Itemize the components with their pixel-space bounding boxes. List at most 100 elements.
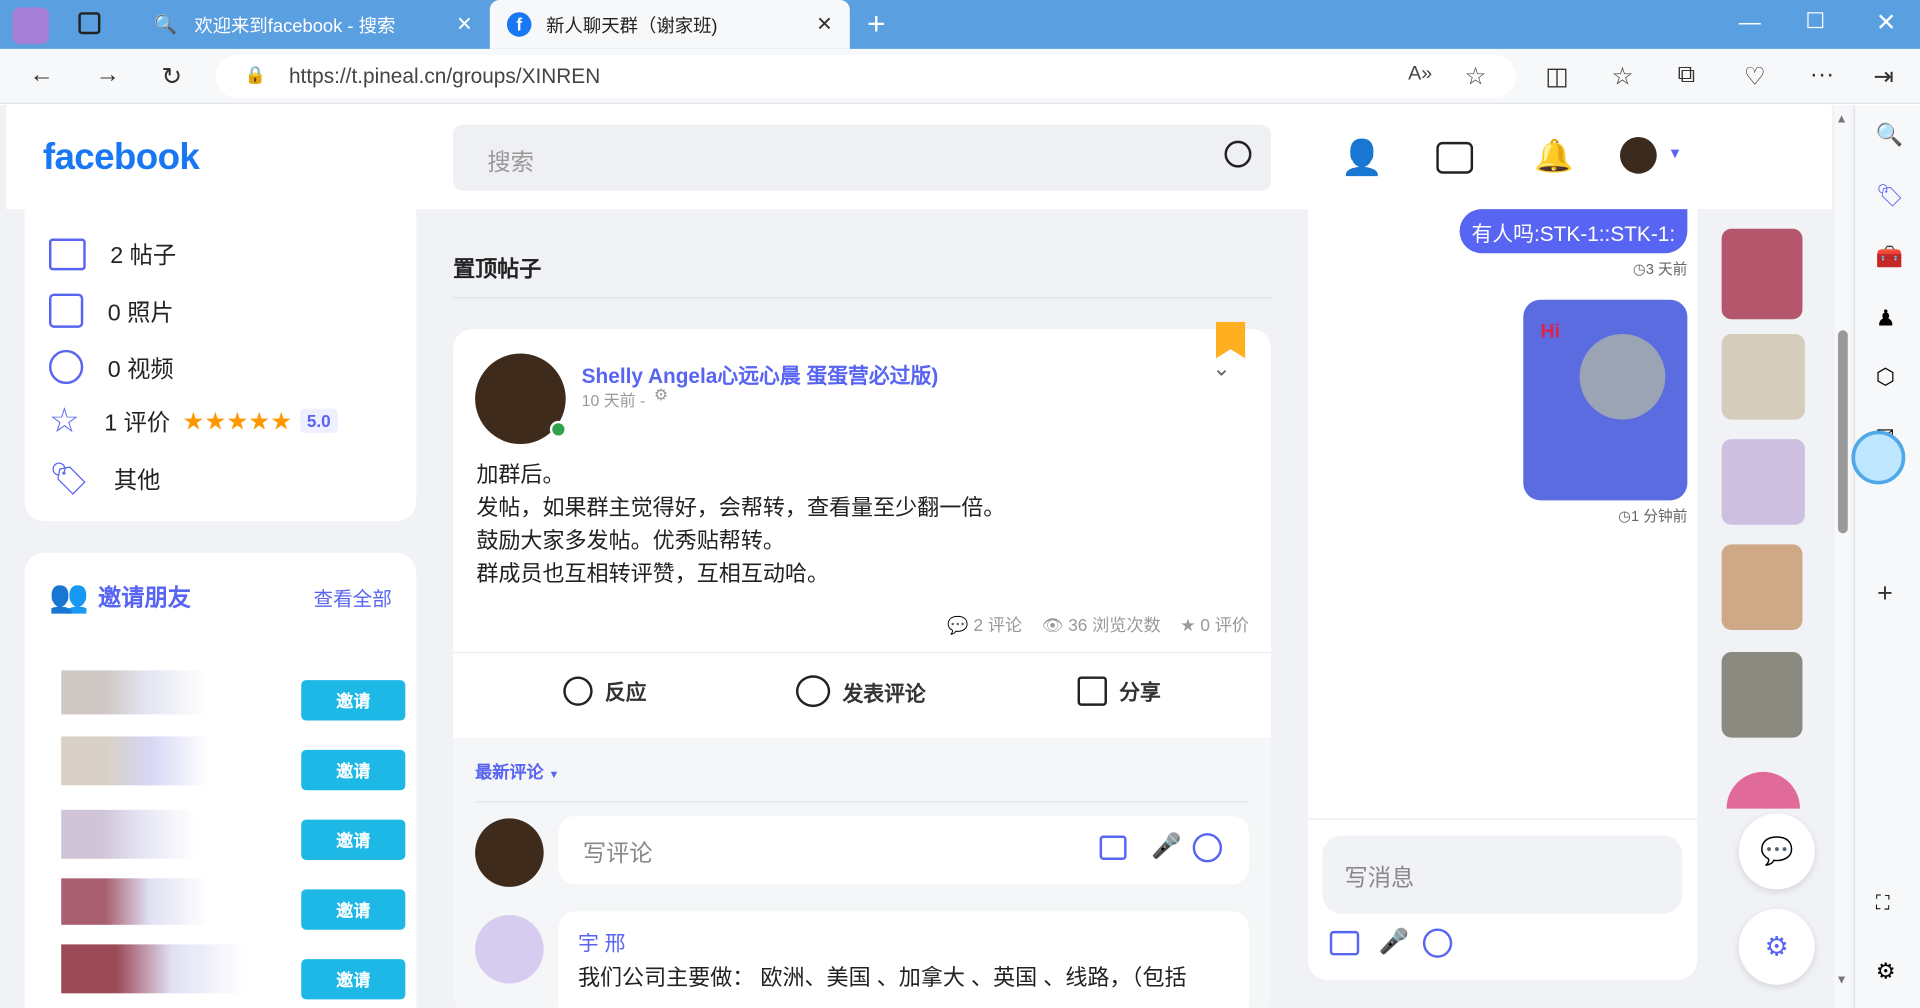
messages-icon[interactable]: [1436, 141, 1474, 174]
read-aloud-icon[interactable]: A»: [1408, 64, 1432, 86]
contact-avatar[interactable]: [1721, 544, 1803, 630]
office-icon[interactable]: ⬡: [1876, 365, 1895, 391]
invite-button[interactable]: 邀请: [301, 959, 406, 1000]
invite-button[interactable]: 邀请: [301, 889, 406, 930]
screenshot-icon[interactable]: ⛶: [1876, 893, 1890, 915]
invite-button[interactable]: 邀请: [301, 749, 406, 791]
address-bar: ← → ↻ 🔒 https://t.pineal.cn/groups/XINRE…: [0, 48, 1920, 104]
divider: [475, 801, 1249, 803]
sidebar-toggle-icon[interactable]: ⇥: [1873, 61, 1894, 92]
contact-avatar[interactable]: [1721, 652, 1803, 738]
chevron-down-icon[interactable]: ⌄: [1212, 356, 1230, 382]
bookmark-icon[interactable]: [1215, 321, 1246, 359]
star-icon: ☆: [48, 401, 80, 440]
friend-row-4: [61, 878, 209, 925]
comment-author[interactable]: 宇 邢: [578, 926, 625, 957]
collections-icon[interactable]: ⧉: [1678, 61, 1695, 89]
contact-avatar[interactable]: [1721, 228, 1803, 320]
url-box[interactable]: 🔒 https://t.pineal.cn/groups/XINREN A» ☆: [215, 55, 1516, 98]
microphone-icon[interactable]: 🎤: [1379, 926, 1409, 957]
shopping-tag-icon[interactable]: 🏷: [1876, 183, 1904, 209]
copilot-assistant-icon[interactable]: [1851, 430, 1906, 485]
comments-count[interactable]: 💬 2 评论: [947, 613, 1022, 637]
notifications-bell-icon[interactable]: 🔔: [1534, 137, 1574, 175]
comment-button[interactable]: 发表评论: [795, 675, 926, 708]
microphone-icon[interactable]: 🎤: [1151, 831, 1181, 862]
search-icon[interactable]: [1224, 140, 1252, 168]
search-input[interactable]: 搜索: [453, 124, 1272, 191]
photos-row[interactable]: 0 照片: [48, 293, 174, 328]
comment-text: 我们公司主要做： 欧洲、美国 、加拿大 、英国 、线路，（包括: [577, 965, 1187, 990]
contact-avatar[interactable]: [1726, 771, 1801, 809]
react-button[interactable]: 反应: [563, 675, 647, 706]
chevron-down-icon[interactable]: ▼: [1668, 144, 1683, 161]
profile-avatar[interactable]: [12, 7, 49, 45]
online-status-dot: [549, 420, 567, 438]
other-row[interactable]: 🏷 其他: [49, 460, 160, 498]
comment-placeholder: 写评论: [582, 841, 653, 868]
split-screen-icon[interactable]: ◫: [1545, 61, 1568, 92]
emoji-icon[interactable]: [1192, 833, 1223, 863]
chat-message-text: 有人吗:STK-1::STK-1:: [1471, 222, 1676, 246]
minimize-icon[interactable]: —: [1739, 10, 1761, 36]
ratings-row[interactable]: ☆ 1 评价 ★★★★★ 5.0: [48, 401, 339, 440]
scroll-up-icon[interactable]: ▲: [1836, 113, 1848, 126]
comment-input[interactable]: 写评论 🎤: [558, 815, 1249, 885]
scrollbar-thumb[interactable]: [1837, 330, 1848, 534]
tab-group[interactable]: f 新人聊天群（谢家班) ✕: [489, 0, 850, 49]
star-icon: ★: [1180, 615, 1196, 635]
more-icon[interactable]: ···: [1810, 61, 1834, 89]
pinned-post-card: Shelly Angela心远心晨 蛋蛋营必过版) 10 天前 - ⚙ ⌄ 加群…: [453, 321, 1272, 1008]
chat-input[interactable]: 写消息: [1322, 835, 1683, 914]
search-icon: 🔍: [154, 14, 178, 36]
browser-sidebar: 🔍 🏷 🧰 ♟ ⬡ ✉ + ⛶ ⚙: [1853, 105, 1920, 1008]
scroll-down-icon[interactable]: ▼: [1836, 974, 1848, 987]
reload-icon[interactable]: ↻: [162, 61, 183, 92]
image-icon[interactable]: [1329, 930, 1360, 956]
chat-message-bubble: 有人吗:STK-1::STK-1:: [1459, 209, 1688, 254]
forward-icon[interactable]: →: [96, 61, 120, 89]
settings-icon[interactable]: ⚙: [1876, 959, 1896, 985]
chat-settings-button[interactable]: ⚙: [1738, 908, 1815, 985]
share-button[interactable]: 分享: [1077, 675, 1161, 706]
favorite-star-icon[interactable]: ☆: [1465, 61, 1487, 92]
tab-actions-icon[interactable]: [78, 12, 101, 35]
scrollbar[interactable]: ▲ ▼: [1834, 105, 1852, 1008]
rating-value: 5.0: [299, 408, 339, 434]
tools-icon[interactable]: 🧰: [1876, 245, 1903, 271]
tag-icon: 🏷: [48, 459, 90, 497]
divider: [453, 297, 1272, 299]
emoji-icon[interactable]: [1422, 928, 1453, 958]
health-icon[interactable]: ♡: [1744, 61, 1766, 92]
tab-search[interactable]: 🔍 欢迎来到facebook - 搜索 ✕: [135, 0, 490, 49]
chat-time-1: ◷3 天前: [1632, 260, 1688, 278]
invite-button[interactable]: 邀请: [301, 680, 406, 721]
add-icon[interactable]: +: [1877, 577, 1893, 609]
search-icon[interactable]: 🔍: [1876, 122, 1903, 148]
url-text: https://t.pineal.cn/groups/XINREN: [288, 64, 601, 89]
contact-avatar[interactable]: [1721, 439, 1805, 525]
image-icon[interactable]: [1099, 835, 1127, 860]
new-chat-button[interactable]: 💬: [1738, 813, 1815, 890]
new-tab-icon[interactable]: +: [867, 5, 886, 43]
friend-row-3: [61, 809, 196, 859]
back-icon[interactable]: ←: [29, 61, 53, 89]
sort-comments[interactable]: 最新评论 ▼: [475, 760, 559, 784]
sticker-hi-text: Hi: [1540, 321, 1561, 343]
cat-face: [1579, 333, 1666, 420]
games-icon[interactable]: ♟: [1876, 306, 1896, 332]
add-friend-icon[interactable]: 👤: [1341, 137, 1384, 177]
close-window-icon[interactable]: ✕: [1876, 7, 1897, 38]
post-author-name[interactable]: Shelly Angela心远心晨 蛋蛋营必过版): [582, 358, 939, 389]
posts-row[interactable]: 2 帖子: [48, 237, 176, 270]
close-icon[interactable]: ✕: [816, 12, 832, 36]
restore-icon[interactable]: [1807, 12, 1824, 29]
user-avatar[interactable]: [1620, 137, 1657, 174]
close-icon[interactable]: ✕: [456, 12, 472, 36]
invite-button[interactable]: 邀请: [301, 819, 406, 860]
videos-row[interactable]: 0 视频: [48, 349, 174, 385]
contact-avatar[interactable]: [1721, 333, 1805, 420]
favorites-icon[interactable]: ☆: [1611, 61, 1633, 92]
view-all-link[interactable]: 查看全部: [313, 582, 391, 611]
facebook-logo[interactable]: facebook: [43, 137, 200, 179]
